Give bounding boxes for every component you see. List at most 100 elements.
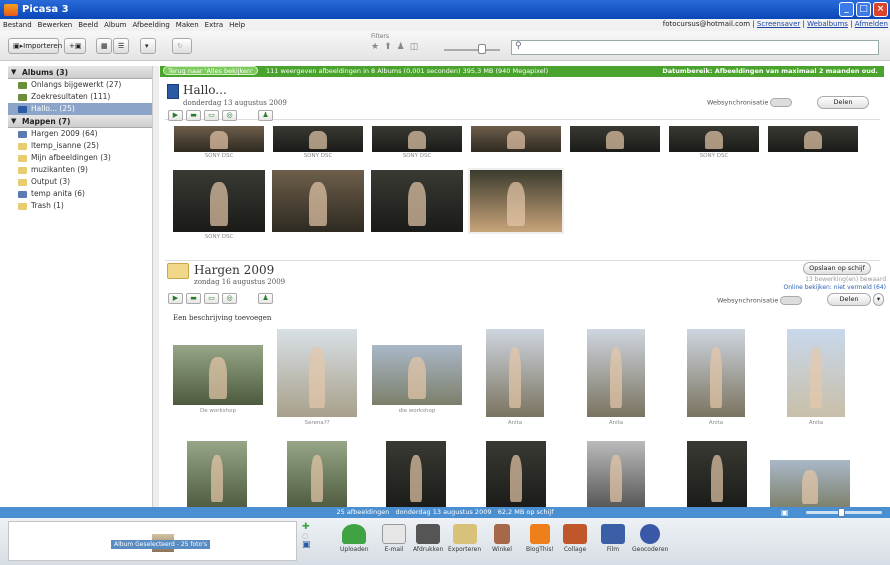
minimize-button[interactable]: _: [839, 2, 854, 17]
play-slideshow-icon[interactable]: ▶: [168, 110, 183, 121]
photo-thumbnail[interactable]: [173, 170, 265, 232]
email-button[interactable]: E-mail: [382, 524, 406, 553]
menu-bestand[interactable]: Bestand: [3, 21, 32, 29]
date-filter-slider[interactable]: [444, 49, 500, 51]
share-button[interactable]: Delen: [817, 96, 869, 109]
export-button[interactable]: Exporteren: [448, 524, 481, 553]
shop-button[interactable]: Winkel: [492, 524, 512, 553]
photo-thumbnail[interactable]: [277, 329, 357, 417]
menu-afbeelding[interactable]: Afbeelding: [133, 21, 170, 29]
photo-thumbnail[interactable]: [687, 441, 747, 509]
movie-icon[interactable]: ▭: [204, 110, 219, 121]
album-title[interactable]: Hallo...: [183, 83, 227, 97]
view-dropdown[interactable]: ▾: [140, 38, 156, 54]
rotate-button[interactable]: ↻: [172, 38, 192, 54]
person-filter-icon[interactable]: ♟: [397, 42, 410, 52]
list-view-button[interactable]: ☰: [113, 38, 129, 54]
collapse-icon: ▼: [11, 117, 17, 125]
sign-out-link[interactable]: Afmelden: [855, 20, 888, 28]
photo-thumbnail[interactable]: [787, 329, 845, 417]
description-field[interactable]: Een beschrijving toevoegen: [173, 314, 271, 322]
photo-thumbnail[interactable]: [570, 126, 660, 152]
sidebar-item-output[interactable]: Output (3): [8, 176, 152, 188]
photo-thumbnail[interactable]: [770, 460, 850, 509]
photo-thumbnail[interactable]: [468, 168, 564, 234]
photo-thumbnail[interactable]: [371, 170, 463, 232]
photo-thumbnail[interactable]: [173, 345, 263, 405]
photo-thumbnail[interactable]: [174, 126, 264, 152]
sidebar-item-trash[interactable]: Trash (1): [8, 200, 152, 212]
clear-icon[interactable]: ○: [302, 532, 318, 540]
menu-extra[interactable]: Extra: [205, 21, 223, 29]
online-view-info[interactable]: Online bekijken: niet vermeld (64): [783, 284, 886, 291]
star-filter-icon[interactable]: ★: [371, 42, 384, 52]
blogthis-button[interactable]: BlogThis!: [526, 524, 554, 553]
albums-header[interactable]: ▼ Albums (3): [8, 66, 152, 79]
hold-pin-icon[interactable]: ✚: [302, 522, 318, 532]
photo-thumbnail[interactable]: [287, 441, 347, 509]
people-icon[interactable]: ♟: [258, 110, 273, 121]
upload-button[interactable]: Uploaden: [340, 524, 369, 553]
sidebar-item-muzikanten[interactable]: muzikanten (9): [8, 164, 152, 176]
sidebar-item-ltemp-isanne[interactable]: ltemp_isanne (25): [8, 140, 152, 152]
photo-thumbnail[interactable]: [587, 329, 645, 417]
folder-title[interactable]: Hargen 2009: [194, 263, 274, 277]
share-dropdown[interactable]: ▾: [873, 293, 884, 306]
photo-thumbnail[interactable]: [669, 126, 759, 152]
collage-button[interactable]: Collage: [563, 524, 587, 553]
photo-thumbnail[interactable]: [687, 329, 745, 417]
sidebar-splitter[interactable]: [153, 66, 159, 509]
movie-button[interactable]: Film: [601, 524, 625, 553]
import-button[interactable]: ▣▸Importeren: [8, 38, 62, 54]
geotag-icon[interactable]: ◎: [222, 110, 237, 121]
print-button[interactable]: Afdrukken: [413, 524, 443, 553]
geotag-button[interactable]: Geocoderen: [632, 524, 668, 553]
thumbnail-size-knob[interactable]: [838, 508, 845, 517]
photo-thumbnail[interactable]: [187, 441, 247, 509]
photo-thumbnail[interactable]: [272, 170, 364, 232]
maximize-button[interactable]: □: [856, 2, 871, 17]
upload-filter-icon[interactable]: ⬆: [384, 42, 397, 52]
people-icon[interactable]: ♟: [258, 293, 273, 304]
photo-thumbnail[interactable]: [273, 126, 363, 152]
menu-help[interactable]: Help: [229, 21, 245, 29]
photo-thumbnail[interactable]: [372, 345, 462, 405]
menu-beeld[interactable]: Beeld: [78, 21, 98, 29]
geotag-icon[interactable]: ◎: [222, 293, 237, 304]
search-input[interactable]: ⚲: [511, 40, 879, 55]
menu-album[interactable]: Album: [104, 21, 126, 29]
photo-thumbnail[interactable]: [768, 126, 858, 152]
play-slideshow-icon[interactable]: ▶: [168, 293, 183, 304]
movie-icon[interactable]: ▭: [204, 293, 219, 304]
sidebar-item-recent[interactable]: Onlangs bijgewerkt (27): [8, 79, 152, 91]
photo-thumbnail[interactable]: [587, 441, 645, 509]
sidebar-item-temp-anita[interactable]: temp anita (6): [8, 188, 152, 200]
menu-maken[interactable]: Maken: [176, 21, 199, 29]
add-to-album-icon[interactable]: ▣: [302, 540, 318, 550]
sidebar-item-hallo[interactable]: Hallo... (25): [8, 103, 152, 115]
share-button[interactable]: Delen: [827, 293, 871, 306]
date-filter-knob[interactable]: [478, 44, 486, 54]
add-to-album-button[interactable]: +▣: [64, 38, 86, 54]
collage-icon[interactable]: ▬: [186, 293, 201, 304]
close-button[interactable]: ×: [873, 2, 888, 17]
collage-icon[interactable]: ▬: [186, 110, 201, 121]
sidebar-item-hargen-2009[interactable]: Hargen 2009 (64): [8, 128, 152, 140]
thumbnail-view-button[interactable]: ▦: [96, 38, 112, 54]
photo-thumbnail[interactable]: [471, 126, 561, 152]
websync-toggle[interactable]: [780, 296, 803, 305]
photo-thumbnail[interactable]: [372, 126, 462, 152]
photo-thumbnail[interactable]: [486, 441, 546, 509]
sidebar-item-search-results[interactable]: Zoekresultaten (111): [8, 91, 152, 103]
photo-thumbnail[interactable]: [386, 441, 446, 509]
sidebar-item-mijn-afbeeldingen[interactable]: Mijn afbeeldingen (3): [8, 152, 152, 164]
photo-thumbnail[interactable]: [486, 329, 544, 417]
save-to-disk-button[interactable]: Opslaan op schijf: [803, 262, 871, 275]
screensaver-link[interactable]: Screensaver: [757, 20, 800, 28]
folders-header[interactable]: ▼ Mappen (7): [8, 115, 152, 128]
menu-bewerken[interactable]: Bewerken: [38, 21, 73, 29]
websync-toggle[interactable]: [770, 98, 793, 107]
back-to-all-button[interactable]: Terug naar 'Alles bekijken': [163, 66, 258, 75]
geotag-filter-icon[interactable]: ◫: [410, 42, 424, 52]
webalbums-link[interactable]: Webalbums: [807, 20, 848, 28]
